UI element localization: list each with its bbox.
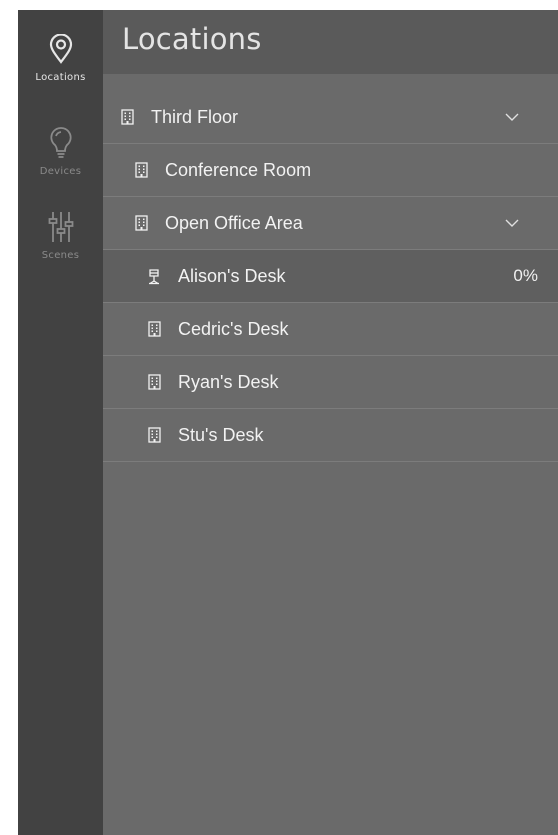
nav-item-label: Devices	[39, 166, 82, 177]
nav-item-devices[interactable]: Devices	[18, 116, 103, 210]
brightness-level: 0%	[513, 266, 538, 285]
building-icon	[147, 321, 161, 337]
tree-row-cedrics-desk[interactable]: Cedric's Desk	[103, 303, 558, 356]
nav-item-scenes[interactable]: Scenes	[18, 210, 103, 290]
location-pin-icon	[46, 32, 76, 66]
chevron-down-icon[interactable]	[502, 213, 522, 233]
tree-row-third-floor[interactable]: Third Floor	[103, 91, 558, 144]
lightbulb-icon	[46, 126, 76, 160]
sliders-icon	[46, 210, 76, 244]
tree-row-alisons-desk[interactable]: Alison's Desk 0%	[103, 250, 558, 303]
building-icon	[134, 162, 148, 178]
main-panel: Locations Third Floor Conference Room Op…	[103, 10, 558, 835]
tree-row-label: Third Floor	[151, 106, 239, 127]
building-icon	[147, 427, 161, 443]
building-icon	[147, 374, 161, 390]
location-tree: Third Floor Conference Room Open Office …	[103, 91, 558, 462]
building-icon	[134, 215, 148, 231]
nav-item-label: Scenes	[41, 250, 80, 261]
tree-row-label: Open Office Area	[165, 212, 303, 233]
tree-row-open-office-area[interactable]: Open Office Area	[103, 197, 558, 250]
tree-row-conference-room[interactable]: Conference Room	[103, 144, 558, 197]
tree-row-label: Cedric's Desk	[178, 318, 289, 339]
chevron-down-icon[interactable]	[502, 107, 522, 127]
tree-row-ryans-desk[interactable]: Ryan's Desk	[103, 356, 558, 409]
desk-lamp-icon	[147, 268, 161, 284]
tree-row-stus-desk[interactable]: Stu's Desk	[103, 409, 558, 462]
tree-row-label: Ryan's Desk	[178, 371, 279, 392]
nav-item-locations[interactable]: Locations	[18, 10, 103, 116]
tree-row-label: Stu's Desk	[178, 424, 264, 445]
header-bar: Locations	[103, 10, 558, 74]
building-icon	[120, 109, 134, 125]
nav-item-label: Locations	[35, 72, 86, 83]
page-title: Locations	[122, 22, 262, 56]
nav-rail: Locations Devices Scenes	[18, 10, 103, 835]
app-window: Locations Devices Scenes Locations Third…	[18, 10, 558, 835]
tree-row-label: Alison's Desk	[178, 265, 286, 286]
tree-row-label: Conference Room	[165, 159, 312, 180]
